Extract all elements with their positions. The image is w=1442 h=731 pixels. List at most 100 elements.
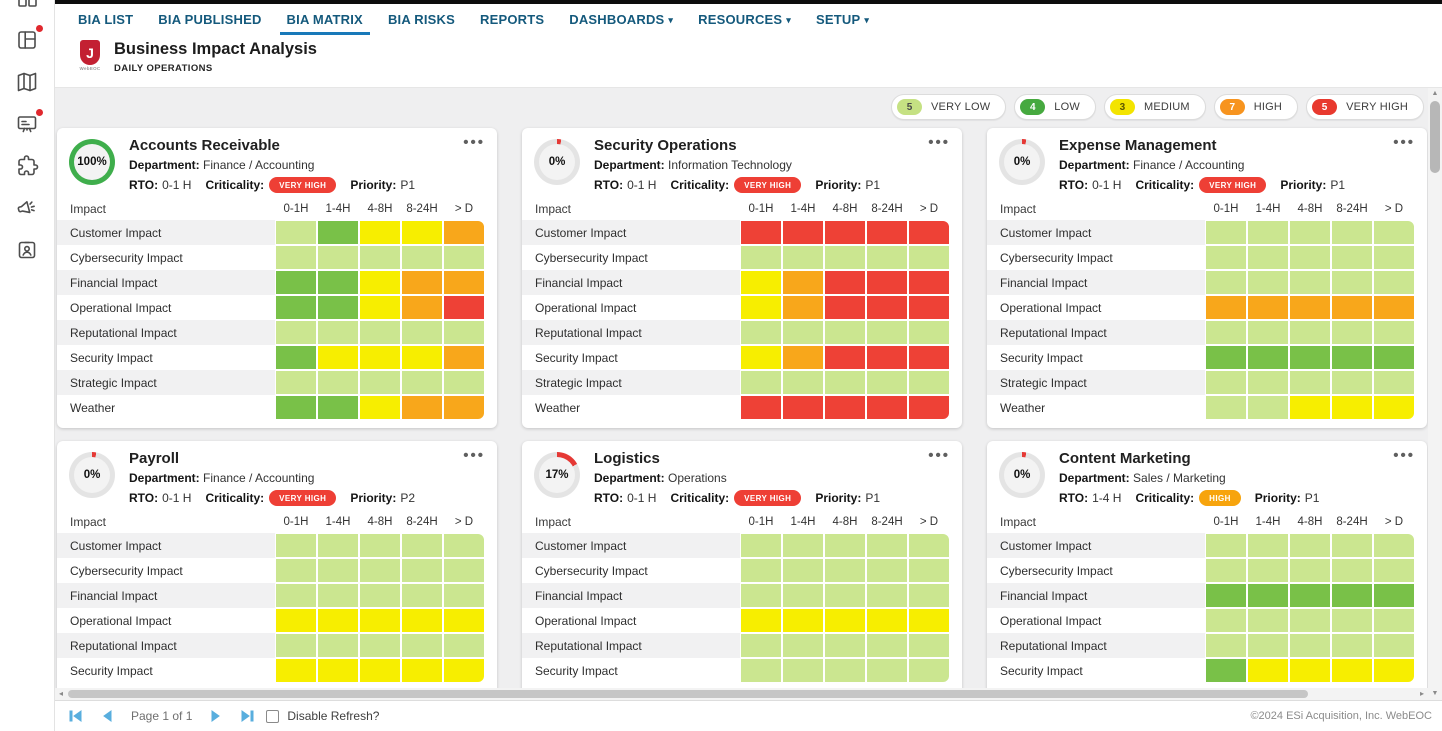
matrix-cell [443,633,485,658]
announcements-icon[interactable] [15,196,39,220]
vertical-scroll-thumb[interactable] [1430,101,1440,173]
matrix-cell [275,220,317,245]
badge-icon[interactable] [15,238,39,262]
last-page-button[interactable] [240,710,254,722]
horizontal-scrollbar[interactable]: ◂ ▸ [55,688,1428,700]
matrix-cell [1205,533,1247,558]
disable-refresh-checkbox[interactable] [266,710,279,723]
impact-row-label: Security Impact [522,658,740,683]
time-column-header: 1-4H [317,516,359,528]
matrix-cells [1205,395,1427,420]
matrix-rows: Customer ImpactCybersecurity ImpactFinan… [522,533,962,683]
plugins-icon[interactable] [15,154,39,178]
more-options-icon[interactable]: ••• [928,447,950,464]
impact-row-label: Weather [57,395,275,420]
next-page-button[interactable] [209,710,223,722]
card-header-text: PayrollDepartment: Finance / AccountingR… [129,449,485,511]
matrix-cells [275,558,497,583]
boards-icon[interactable] [15,112,39,136]
more-options-icon[interactable]: ••• [1393,447,1415,464]
more-options-icon[interactable]: ••• [463,134,485,151]
matrix-cell [908,270,950,295]
matrix-cell [866,533,908,558]
first-page-button[interactable] [69,710,83,722]
vertical-scrollbar[interactable]: ▲ ▼ [1428,88,1442,700]
copyright-text: ©2024 ESi Acquisition, Inc. WebEOC [1250,710,1432,722]
time-column-header: 4-8H [824,516,866,528]
matrix-row: Security Impact [987,658,1427,683]
completion-percent: 0% [74,457,110,493]
matrix-row: Customer Impact [522,533,962,558]
scroll-up-arrow-icon[interactable]: ▲ [1428,88,1442,100]
matrix-cell [401,220,443,245]
impact-row-label: Operational Impact [57,608,275,633]
legend-very-high[interactable]: 5VERY HIGH [1306,94,1424,120]
criticality-label: Criticality: [670,178,729,192]
tab-bia-list[interactable]: BIA LIST [78,4,133,35]
matrix-cell [359,245,401,270]
matrix-cell [401,558,443,583]
completion-ring: 0% [999,139,1045,185]
matrix-cell [1205,558,1247,583]
time-column-header: 8-24H [1331,203,1373,215]
matrix-row: Cybersecurity Impact [57,245,497,270]
impact-row-label: Financial Impact [987,270,1205,295]
time-column-header: 1-4H [782,203,824,215]
matrix-row: Operational Impact [57,608,497,633]
matrix-cell [1331,370,1373,395]
tab-resources[interactable]: RESOURCES▾ [698,4,791,35]
matrix-cells [740,583,962,608]
more-options-icon[interactable]: ••• [1393,134,1415,151]
tab-bia-published[interactable]: BIA PUBLISHED [158,4,261,35]
tab-setup[interactable]: SETUP▾ [816,4,869,35]
matrix-cell [740,558,782,583]
horizontal-scroll-thumb[interactable] [68,690,1308,698]
tab-dashboards[interactable]: DASHBOARDS▾ [569,4,673,35]
matrix-cell [401,370,443,395]
matrix-cells [1205,608,1427,633]
legend-medium[interactable]: 3MEDIUM [1104,94,1206,120]
matrix-cell [1205,245,1247,270]
matrix-cells [1205,633,1427,658]
matrix-row: Weather [522,395,962,420]
tab-bia-matrix[interactable]: BIA MATRIX [287,4,363,35]
matrix-cell [1247,245,1289,270]
completion-ring: 100% [69,139,115,185]
dashboard-icon[interactable] [15,28,39,52]
matrix-cell [740,295,782,320]
matrix-cell [443,345,485,370]
matrix-cell [443,658,485,683]
more-options-icon[interactable]: ••• [928,134,950,151]
card-header-text: Accounts ReceivableDepartment: Finance /… [129,136,485,198]
criticality-label: Criticality: [205,491,264,505]
scroll-left-arrow-icon[interactable]: ◂ [55,688,67,700]
scroll-right-arrow-icon[interactable]: ▸ [1416,688,1428,700]
matrix-cell [908,370,950,395]
matrix-row: Cybersecurity Impact [987,558,1427,583]
matrix-row: Reputational Impact [987,320,1427,345]
legend-low[interactable]: 4LOW [1014,94,1096,120]
apps-icon[interactable] [15,0,39,10]
matrix-cell [782,270,824,295]
matrix-cell [1373,558,1415,583]
time-column-header: 8-24H [866,203,908,215]
scroll-down-arrow-icon[interactable]: ▼ [1428,688,1442,700]
more-options-icon[interactable]: ••• [463,447,485,464]
tab-label: BIA MATRIX [287,12,363,27]
impact-column-header: Impact [987,515,1205,529]
nav-tabs: BIA LIST BIA PUBLISHED BIA MATRIX BIA RISKS… [55,4,1442,35]
matrix-cell [740,533,782,558]
tab-reports[interactable]: REPORTS [480,4,544,35]
matrix-cell [317,633,359,658]
rto-value: 1-4 H [1092,491,1121,505]
legend-very-low[interactable]: 5VERY LOW [891,94,1006,120]
meta-line: RTO:0-1 HCriticality:VERY HIGHPriority:P… [594,490,950,506]
map-icon[interactable] [15,70,39,94]
matrix-rows: Customer ImpactCybersecurity ImpactFinan… [57,533,497,683]
tab-bia-risks[interactable]: BIA RISKS [388,4,455,35]
matrix-cell [908,295,950,320]
matrix-cells [740,395,962,420]
prev-page-button[interactable] [100,710,114,722]
bia-card-security-operations: 0%Security OperationsDepartment: Informa… [522,128,962,428]
legend-high[interactable]: 7HIGH [1214,94,1298,120]
